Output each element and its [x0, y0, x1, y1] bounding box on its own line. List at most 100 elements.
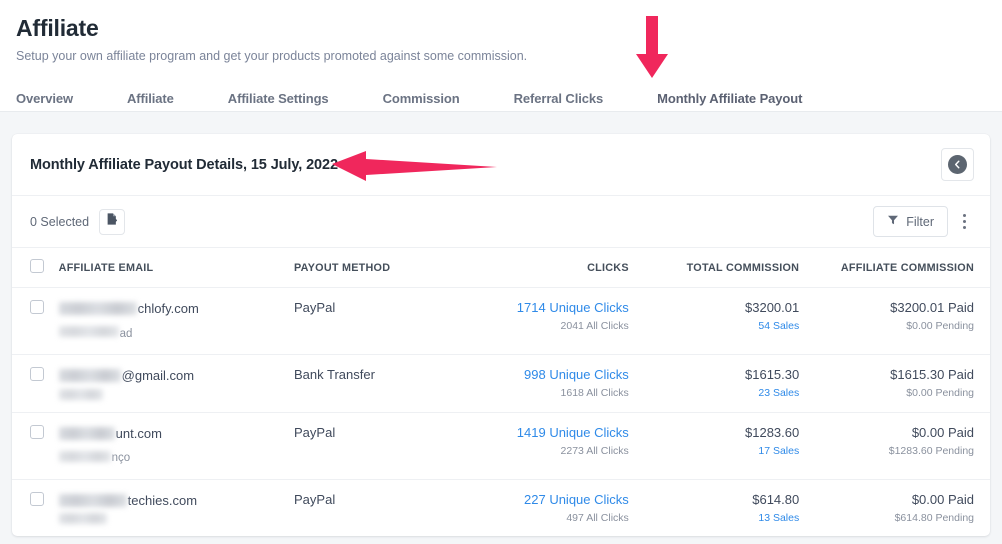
row-select-cell: [12, 287, 59, 356]
back-button[interactable]: [941, 148, 974, 181]
affiliate-email-cell: chlofy.com ad: [58, 287, 295, 356]
column-header-affiliate-commission: AFFILIATE COMMISSION: [799, 248, 990, 288]
total-commission-amount: $3200.01: [745, 300, 800, 315]
chevron-left-icon: [948, 155, 967, 174]
table-header-row: AFFILIATE EMAIL PAYOUT METHOD CLICKS TOT…: [12, 248, 990, 288]
payout-method-cell: PayPal: [294, 412, 487, 480]
sales-link[interactable]: 54 Sales: [758, 320, 799, 332]
sales-link[interactable]: 17 Sales: [758, 445, 799, 457]
kebab-dot: [962, 220, 966, 223]
redacted-email-sub-block: [58, 326, 119, 338]
unique-clicks-link[interactable]: 998 Unique Clicks: [524, 367, 629, 382]
sales-link[interactable]: 23 Sales: [758, 387, 799, 399]
page-header: Affiliate Setup your own affiliate progr…: [0, 0, 1002, 112]
toolbar-left-group: 0 Selected: [30, 208, 126, 235]
table-row[interactable]: chlofy.com ad PayPal 1714 Unique Clicks …: [12, 287, 990, 356]
table-row[interactable]: @gmail.com Bank Transfer 998 Unique Clic…: [12, 354, 990, 413]
table-row[interactable]: techies.com PayPal 227 Unique Clicks 497…: [12, 479, 990, 536]
monthly-affiliate-payout-card: Monthly Affiliate Payout Details, 15 Jul…: [12, 134, 990, 537]
column-header-total-commission: TOTAL COMMISSION: [628, 248, 800, 288]
card-header: Monthly Affiliate Payout Details, 15 Jul…: [12, 134, 990, 196]
total-commission-amount: $1283.60: [745, 424, 800, 440]
tab-bar: Overview Affiliate Affiliate Settings Co…: [0, 78, 1002, 116]
affiliate-email-cell: unt.com nço: [58, 412, 295, 480]
payout-method-cell: PayPal: [294, 491, 336, 507]
all-clicks-label: 2273 All Clicks: [560, 444, 629, 457]
export-document-icon: [105, 212, 119, 231]
affiliate-commission-cell: $1615.30 Paid $0.00 Pending: [799, 354, 990, 413]
export-button[interactable]: [99, 208, 126, 235]
selected-count-label: 0 Selected: [30, 214, 90, 229]
column-header-clicks: CLICKS: [486, 248, 629, 288]
paid-amount: $3200.01 Paid: [890, 300, 974, 315]
sales-link[interactable]: 13 Sales: [758, 512, 799, 524]
kebab-menu-icon[interactable]: [952, 208, 976, 236]
affiliate-email-sub-visible: nço: [111, 452, 131, 465]
funnel-icon: [887, 214, 899, 229]
redacted-email-sub-block: [58, 513, 107, 525]
table-body: chlofy.com ad PayPal 1714 Unique Clicks …: [12, 287, 990, 537]
paid-amount: $0.00 Paid: [911, 491, 974, 507]
select-all-header: [12, 248, 59, 288]
redacted-email-block: [58, 493, 127, 507]
payout-table: AFFILIATE EMAIL PAYOUT METHOD CLICKS TOT…: [12, 248, 990, 536]
page-title: Affiliate: [16, 15, 99, 41]
table-row[interactable]: unt.com nço PayPal 1419 Unique Clicks 22…: [12, 412, 990, 480]
row-select-cell: [12, 479, 59, 536]
clicks-cell: 227 Unique Clicks 497 All Clicks: [487, 479, 629, 536]
row-checkbox[interactable]: [30, 424, 44, 439]
filter-button-label: Filter: [906, 214, 934, 229]
redacted-email-block: [58, 426, 115, 440]
pending-amount: $0.00 Pending: [906, 320, 974, 332]
unique-clicks-link[interactable]: 1419 Unique Clicks: [517, 425, 629, 440]
table-header: AFFILIATE EMAIL PAYOUT METHOD CLICKS TOT…: [12, 248, 990, 288]
redacted-email-block: [58, 369, 121, 383]
affiliate-email-cell: techies.com: [58, 479, 294, 536]
tab-monthly-affiliate-payout[interactable]: Monthly Affiliate Payout: [657, 91, 802, 116]
affiliate-email-cell: @gmail.com: [58, 354, 295, 413]
total-commission-amount: $614.80: [752, 491, 800, 507]
unique-clicks-link[interactable]: 1714 Unique Clicks: [517, 300, 629, 315]
affiliate-email-visible: unt.com: [115, 425, 162, 441]
toolbar-right-group: Filter: [873, 206, 976, 237]
row-select-cell: [12, 354, 59, 413]
card-title: Monthly Affiliate Payout Details, 15 Jul…: [30, 156, 338, 173]
total-commission-amount: $1615.30: [745, 367, 800, 383]
affiliate-commission-cell: $3200.01 Paid $0.00 Pending: [799, 287, 990, 356]
pending-amount: $1283.60 Pending: [888, 444, 974, 457]
tab-referral-clicks[interactable]: Referral Clicks: [514, 91, 604, 116]
redacted-email-sub-block: [58, 450, 111, 462]
total-commission-cell: $1615.30 23 Sales: [628, 354, 800, 413]
kebab-dot: [962, 214, 966, 217]
pending-amount: $614.80 Pending: [894, 511, 974, 524]
all-clicks-label: 1618 All Clicks: [560, 387, 629, 400]
redacted-email-block: [58, 302, 137, 316]
affiliate-commission-cell: $0.00 Paid $614.80 Pending: [799, 479, 990, 536]
row-checkbox[interactable]: [30, 491, 44, 506]
row-checkbox[interactable]: [30, 367, 44, 382]
tab-affiliate-settings[interactable]: Affiliate Settings: [228, 91, 329, 116]
tab-commission[interactable]: Commission: [383, 91, 460, 116]
tab-affiliate[interactable]: Affiliate: [127, 91, 174, 116]
tab-overview[interactable]: Overview: [16, 91, 73, 116]
payout-method-cell: Bank Transfer: [294, 354, 487, 413]
filter-button[interactable]: Filter: [873, 206, 948, 237]
all-clicks-label: 497 All Clicks: [566, 511, 629, 524]
pending-amount: $0.00 Pending: [906, 387, 974, 400]
select-all-checkbox[interactable]: [30, 259, 44, 273]
affiliate-email-visible: techies.com: [127, 492, 198, 508]
clicks-cell: 998 Unique Clicks 1618 All Clicks: [486, 354, 629, 413]
page-subtitle: Setup your own affiliate program and get…: [16, 48, 528, 63]
column-header-affiliate-email: AFFILIATE EMAIL: [58, 248, 295, 288]
affiliate-email-visible: chlofy.com: [137, 301, 199, 316]
row-checkbox[interactable]: [30, 300, 44, 314]
payout-method-cell: PayPal: [294, 287, 487, 356]
unique-clicks-link[interactable]: 227 Unique Clicks: [524, 492, 629, 507]
total-commission-cell: $3200.01 54 Sales: [628, 287, 800, 356]
clicks-cell: 1714 Unique Clicks 2041 All Clicks: [486, 287, 629, 356]
redacted-email-sub-block: [58, 388, 103, 400]
row-select-cell: [12, 412, 59, 480]
kebab-dot: [962, 226, 966, 229]
total-commission-cell: $1283.60 17 Sales: [628, 412, 800, 480]
column-header-payout-method: PAYOUT METHOD: [294, 248, 487, 288]
